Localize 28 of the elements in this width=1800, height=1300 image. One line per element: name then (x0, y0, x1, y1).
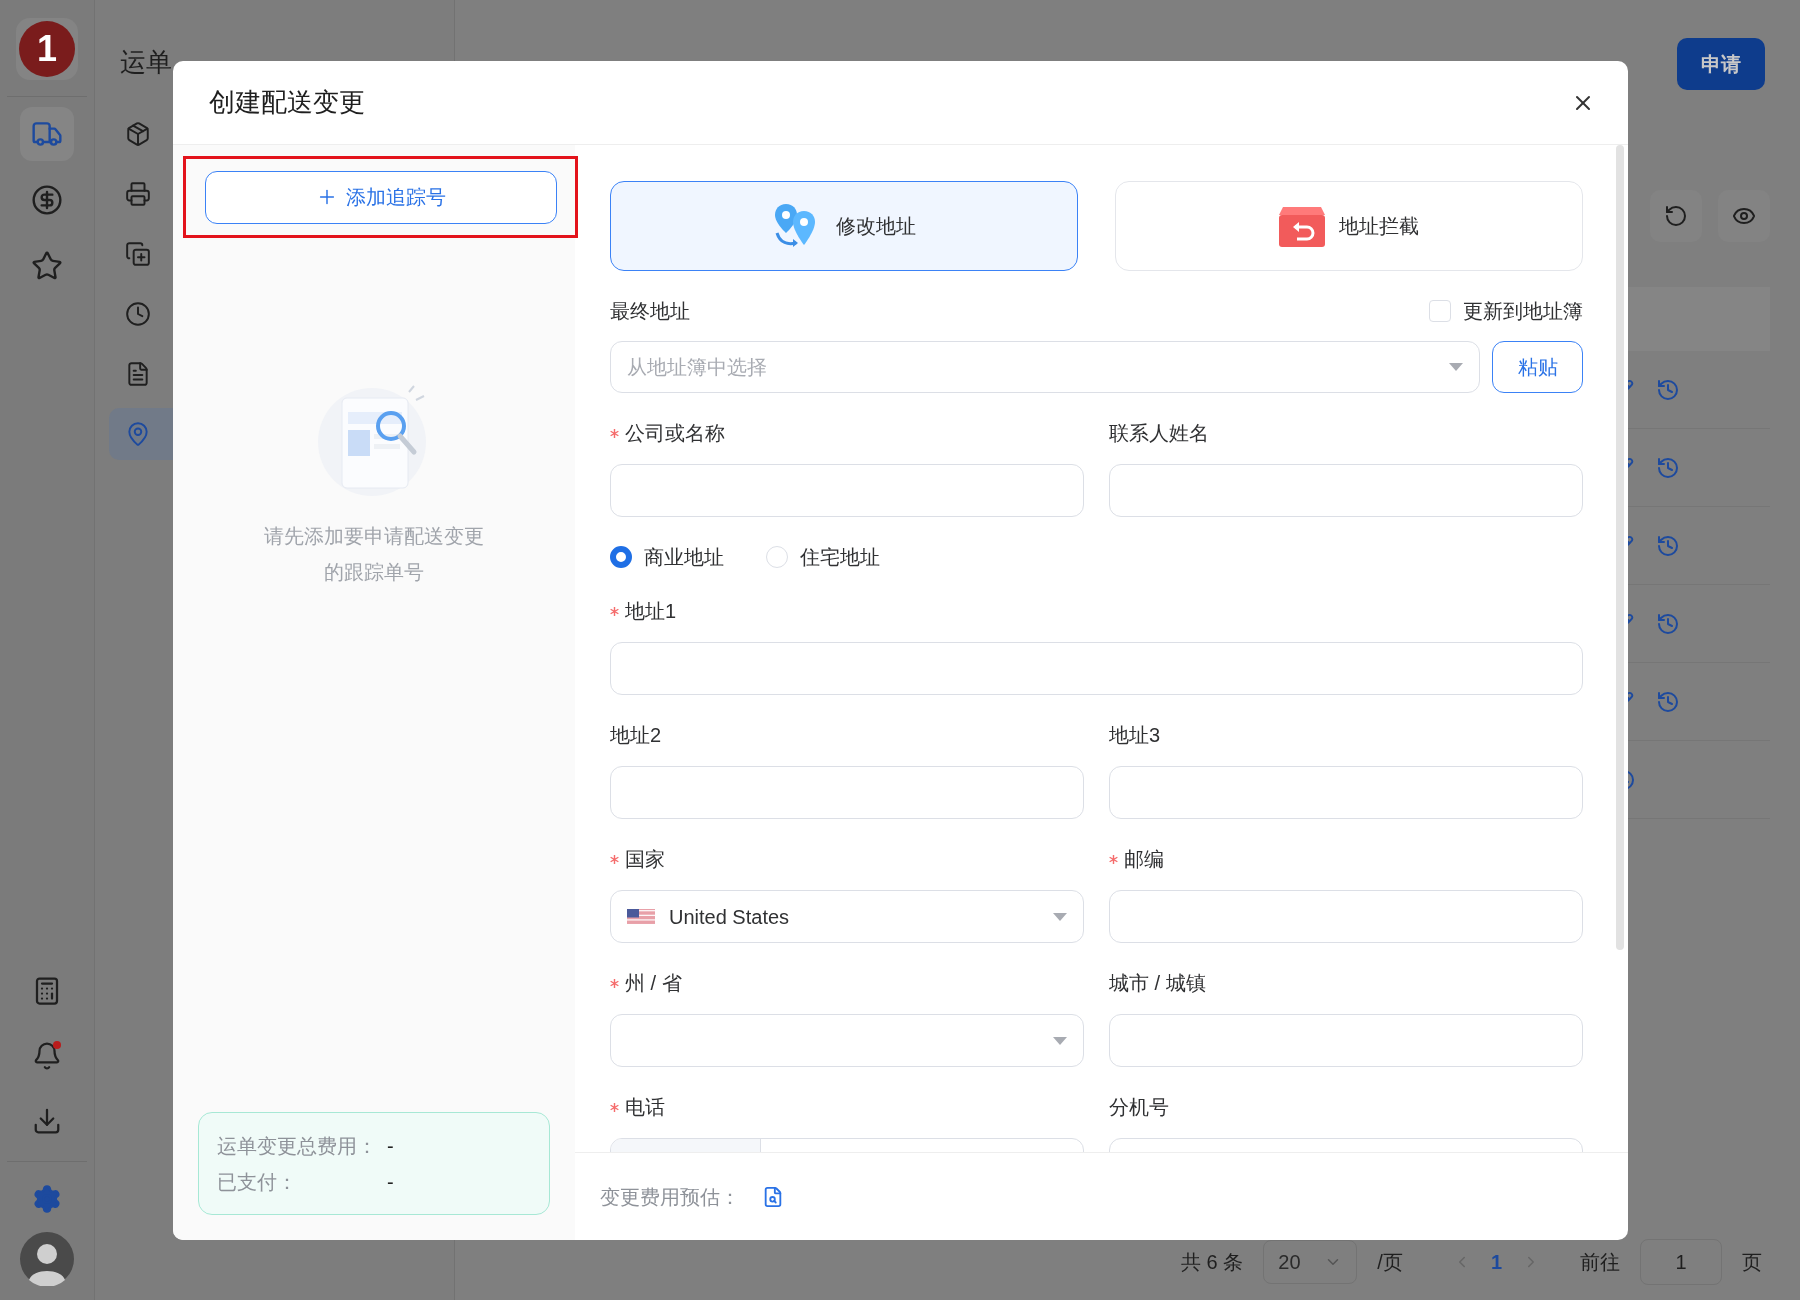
field-label: 邮编 (1109, 845, 1164, 873)
nav-title: 运单 (120, 46, 173, 79)
total-count: 共 6 条 (1181, 1250, 1244, 1275)
field-label: 地址2 (610, 723, 662, 748)
field-label: 最终地址 (610, 299, 690, 324)
checkbox-label: 更新到地址簿 (1463, 299, 1583, 324)
page-suffix: 页 (1742, 1250, 1762, 1275)
cost-value: - (387, 1169, 394, 1194)
logo: 1 (19, 21, 75, 77)
radio-label: 商业地址 (644, 545, 724, 570)
estimate-label: 变更费用预估： (600, 1184, 740, 1210)
dialog-title: 创建配送变更 (209, 86, 365, 119)
radio-label: 住宅地址 (800, 545, 880, 570)
cost-value: - (387, 1133, 394, 1158)
field-label: 联系人姓名 (1109, 421, 1209, 446)
field-label: 地址3 (1109, 723, 1161, 748)
field-label: 城市 / 城镇 (1109, 971, 1206, 996)
cost-label: 运单变更总费用： (217, 1133, 377, 1158)
empty-hint: 请先添加要申请配送变更的跟踪单号 (263, 524, 485, 585)
field-label: 电话 (610, 1093, 665, 1121)
cost-label: 已支付： (217, 1169, 298, 1194)
field-label: 地址1 (610, 597, 677, 625)
field-label: 分机号 (1109, 1095, 1169, 1120)
goto-label: 前往 (1580, 1250, 1620, 1275)
field-label: 国家 (610, 845, 665, 873)
field-label: 州 / 省 (610, 969, 682, 997)
field-label: 公司或名称 (610, 419, 725, 447)
per-page-label: /页 (1377, 1250, 1403, 1275)
